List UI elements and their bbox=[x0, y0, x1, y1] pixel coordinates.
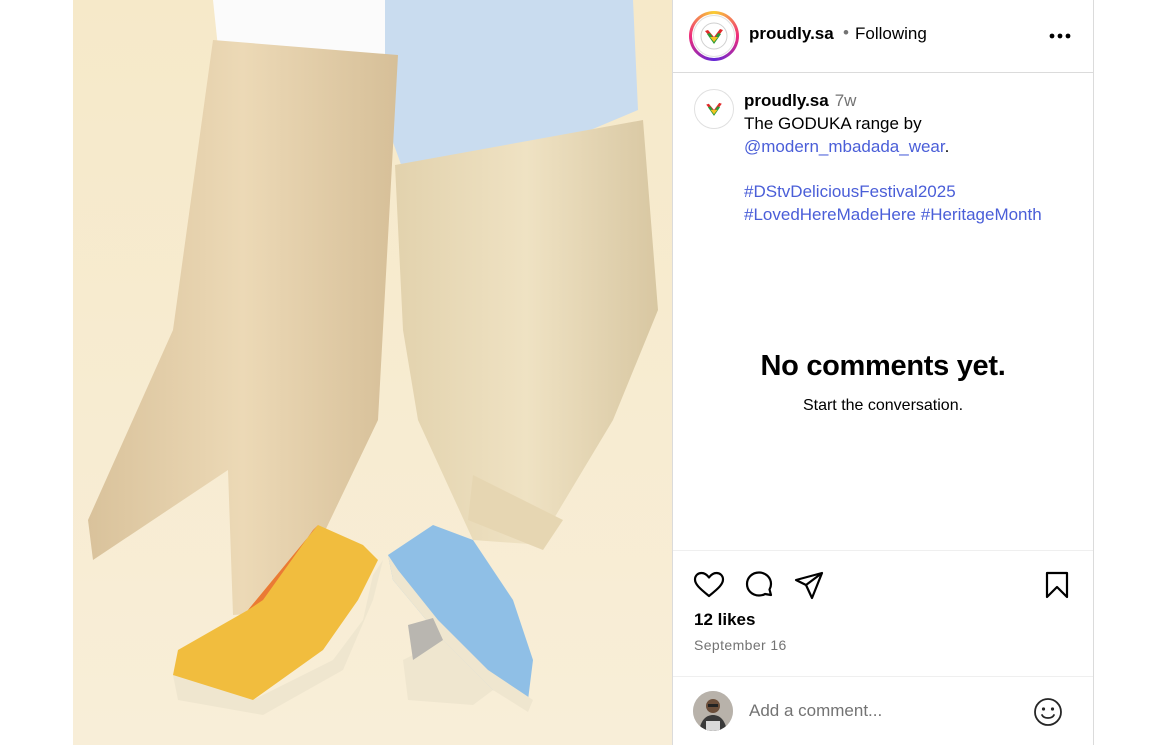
mention-link[interactable]: @modern_mbadada_wear bbox=[744, 137, 945, 156]
author-username[interactable]: proudly.sa bbox=[749, 24, 834, 44]
caption-time[interactable]: 7w bbox=[835, 91, 857, 110]
caption-username[interactable]: proudly.sa bbox=[744, 91, 829, 110]
caption-period: . bbox=[944, 137, 950, 156]
post-date[interactable]: September 16 bbox=[694, 637, 787, 653]
emoji-button[interactable] bbox=[1033, 697, 1063, 727]
no-comments-subtitle: Start the conversation. bbox=[802, 397, 964, 414]
current-user-avatar bbox=[693, 691, 733, 731]
caption-text: The GODUKA range by bbox=[744, 114, 922, 133]
following-button[interactable]: Following bbox=[855, 24, 927, 44]
post-detail-panel: proudly.sa • Following proudly.sa 7w The … bbox=[672, 0, 1094, 745]
separator-dot: • bbox=[843, 23, 849, 42]
no-comments-state: No comments yet. Start the conversation. bbox=[673, 350, 1093, 415]
save-button[interactable] bbox=[1041, 569, 1073, 601]
post-photo-illustration bbox=[73, 0, 672, 745]
author-avatar[interactable] bbox=[689, 11, 739, 61]
share-button[interactable] bbox=[793, 569, 825, 601]
post-header: proudly.sa • Following bbox=[673, 0, 1093, 73]
hashtag-link[interactable]: #LovedHereMadeHere bbox=[744, 205, 916, 224]
logo-mark-icon bbox=[700, 22, 728, 50]
share-icon bbox=[794, 571, 824, 600]
proudly-sa-logo bbox=[693, 15, 735, 57]
more-options-button[interactable] bbox=[1045, 22, 1075, 50]
user-photo-icon bbox=[693, 691, 733, 731]
caption-text-line: The GODUKA range by bbox=[744, 112, 1084, 135]
likes-count[interactable]: 12 likes bbox=[694, 610, 755, 630]
caption-avatar[interactable] bbox=[694, 89, 734, 129]
like-button[interactable] bbox=[693, 569, 725, 601]
caption-body: proudly.sa 7w The GODUKA range by @modern… bbox=[744, 89, 1084, 226]
heart-icon bbox=[693, 571, 725, 598]
comment-input[interactable] bbox=[749, 697, 1009, 725]
post-actions: 12 likes September 16 bbox=[673, 550, 1093, 746]
emoji-icon bbox=[1034, 698, 1062, 726]
hashtag-link[interactable]: #DStvDeliciousFestival2025 bbox=[744, 182, 956, 201]
comment-icon bbox=[745, 571, 773, 597]
logo-mark-icon bbox=[706, 102, 722, 116]
comment-button[interactable] bbox=[743, 569, 775, 601]
comment-composer bbox=[673, 676, 1093, 747]
more-icon bbox=[1049, 33, 1071, 39]
hashtag-link[interactable]: #HeritageMonth bbox=[921, 205, 1042, 224]
bookmark-icon bbox=[1045, 571, 1069, 599]
no-comments-title: No comments yet. bbox=[760, 350, 1006, 382]
post-image[interactable] bbox=[73, 0, 672, 745]
